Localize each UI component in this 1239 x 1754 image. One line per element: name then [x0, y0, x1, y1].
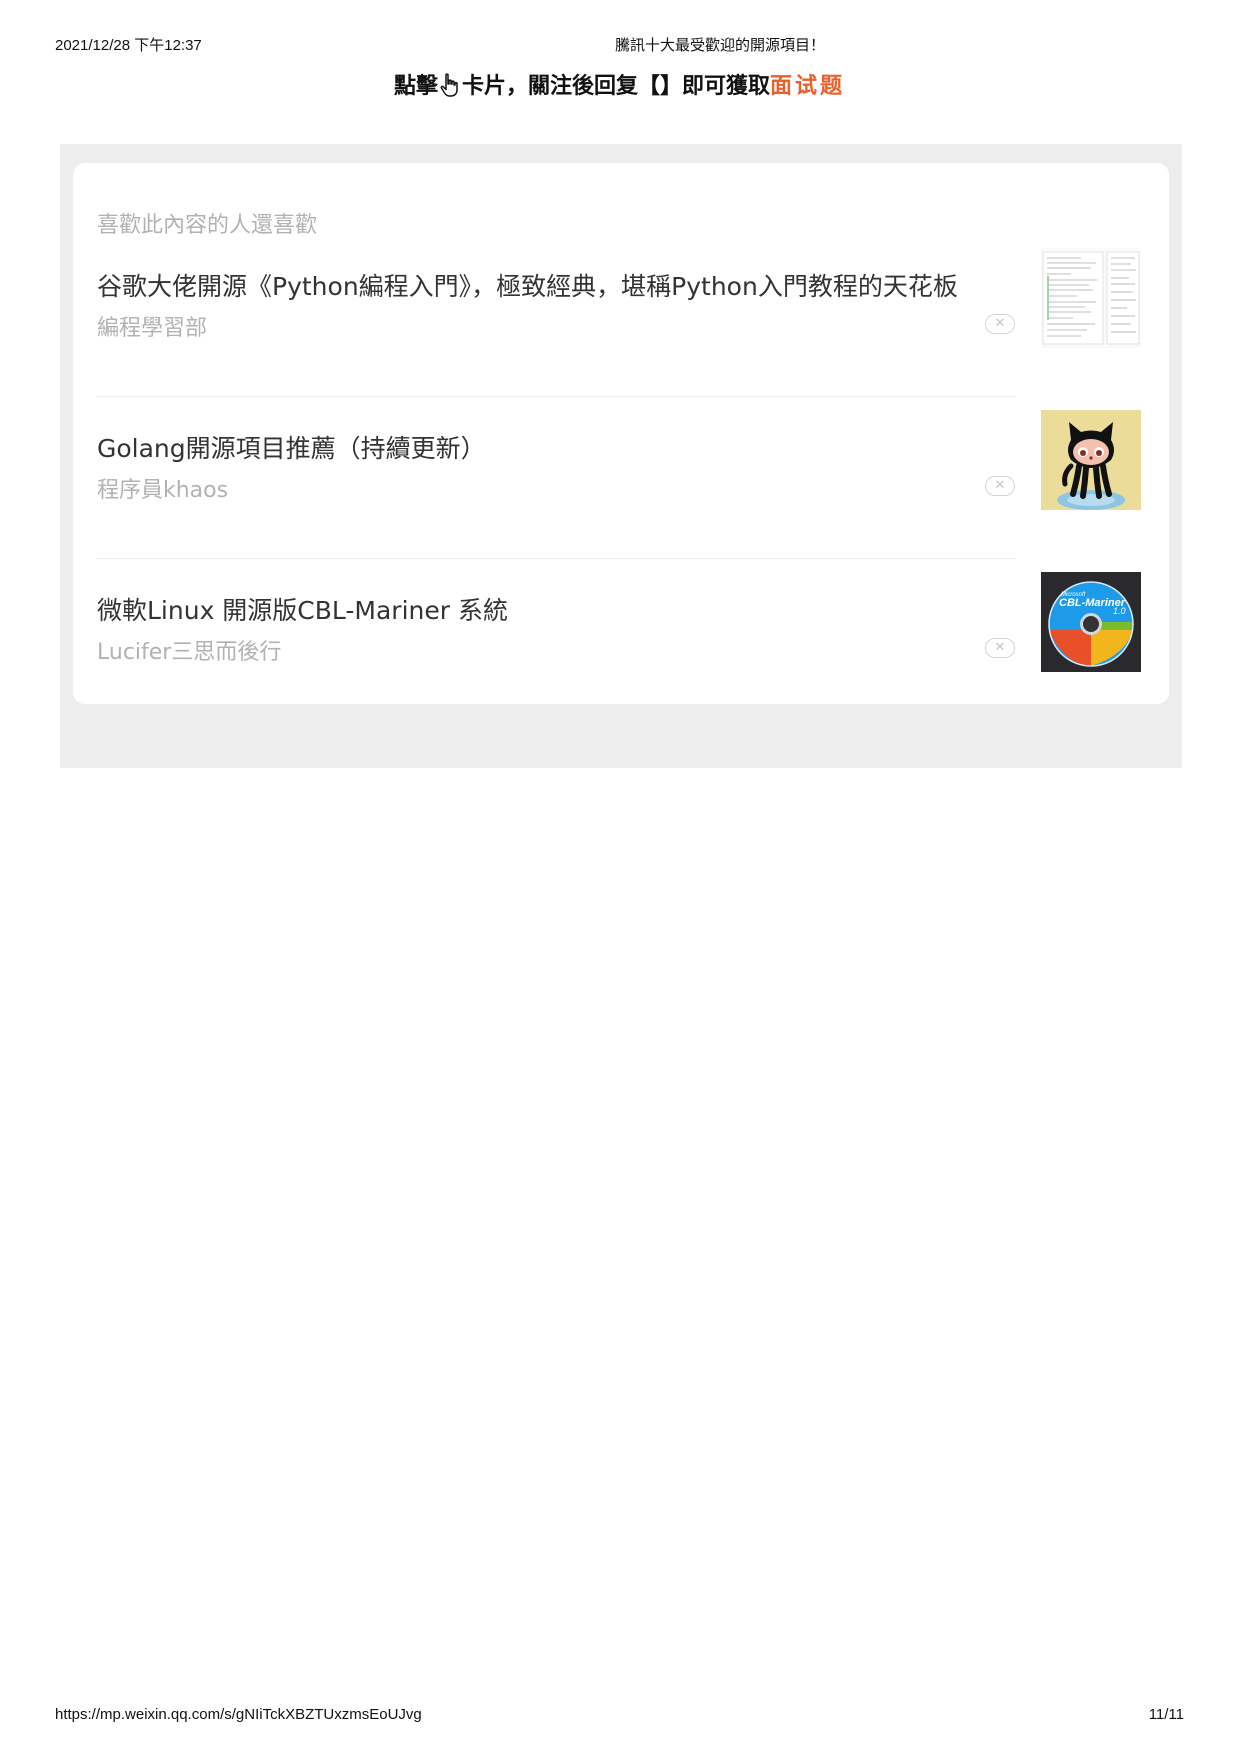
dismiss-button[interactable]: ✕ — [985, 638, 1015, 658]
recommendation-card: 喜歡此內容的人還喜歡 谷歌大佬開源《Python編程入門》，極致經典，堪稱Pyt… — [73, 163, 1169, 704]
print-datetime: 2021/12/28 下午12:37 — [55, 37, 202, 54]
recommendation-panel: 喜歡此內容的人還喜歡 谷歌大佬開源《Python編程入門》，極致經典，堪稱Pyt… — [60, 144, 1182, 768]
cta-accent-text: 面试题 — [770, 74, 846, 99]
thumbnail-version: 1.0 — [1113, 606, 1126, 616]
cta-text-after: 卡片，關注後回复【】即可獲取 — [461, 74, 770, 99]
recommendation-item[interactable]: Golang開源項目推薦（持續更新） 程序員khaos ✕ — [97, 397, 1145, 559]
recommendation-source: 程序員khaos — [97, 478, 229, 503]
cta-banner: 點擊 卡片，關注後回复【】即可獲取面试题 — [0, 68, 1239, 100]
recommendation-title[interactable]: 微軟Linux 開源版CBL-Mariner 系統 — [97, 591, 508, 627]
close-icon: ✕ — [994, 478, 1006, 493]
pointing-hand-icon — [440, 73, 460, 99]
recommendation-item[interactable]: 微軟Linux 開源版CBL-Mariner 系統 Lucifer三思而後行 ✕… — [97, 559, 1145, 721]
print-document-title: 騰訊十大最受歡迎的開源項目！ — [615, 37, 826, 54]
close-icon: ✕ — [994, 640, 1006, 655]
dismiss-button[interactable]: ✕ — [985, 314, 1015, 334]
close-icon: ✕ — [994, 316, 1006, 331]
cta-text-before: 點擊 — [393, 74, 438, 99]
page-number: 11/11 — [1148, 1706, 1184, 1723]
document-screenshot-thumbnail[interactable] — [1041, 248, 1141, 348]
cbl-mariner-disc-thumbnail[interactable]: Microsoft CBL-Mariner 1.0 — [1041, 572, 1141, 672]
recommendation-title[interactable]: Golang開源項目推薦（持續更新） — [97, 429, 486, 465]
dismiss-button[interactable]: ✕ — [985, 476, 1015, 496]
print-header: 2021/12/28 下午12:37 騰訊十大最受歡迎的開源項目！ — [55, 34, 1184, 54]
recommendation-title[interactable]: 谷歌大佬開源《Python編程入門》，極致經典，堪稱Python入門教程的天花板 — [97, 267, 958, 303]
print-footer: https://mp.weixin.qq.com/s/gNIiTckXBZTUx… — [55, 1706, 1184, 1726]
recommendation-source: 編程學習部 — [97, 316, 208, 341]
recommendation-item[interactable]: 谷歌大佬開源《Python編程入門》，極致經典，堪稱Python入門教程的天花板… — [97, 235, 1145, 397]
print-url: https://mp.weixin.qq.com/s/gNIiTckXBZTUx… — [55, 1706, 422, 1723]
github-octocat-thumbnail[interactable] — [1041, 410, 1141, 510]
recommendation-source: Lucifer三思而後行 — [97, 640, 282, 665]
